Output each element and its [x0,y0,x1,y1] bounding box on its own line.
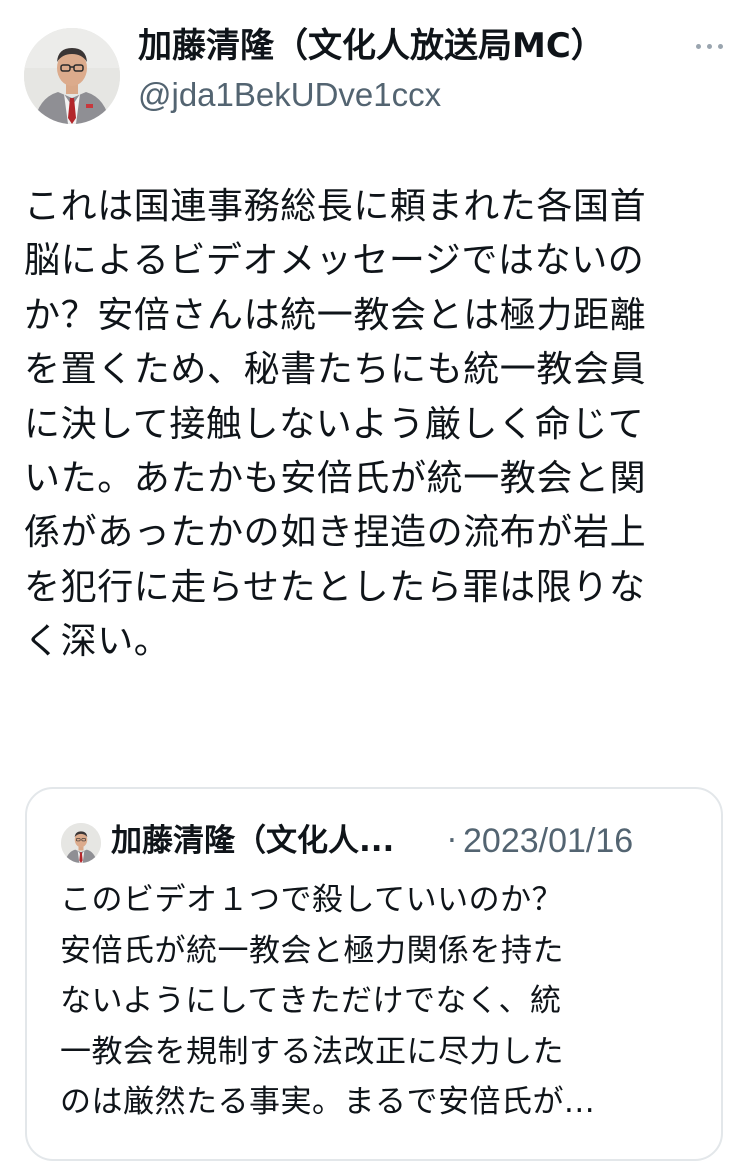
quoted-tweet-date: 2023/01/16 [463,822,634,860]
author-handle[interactable]: @jda1BekUDve1ccx [138,74,441,116]
quoted-tweet-author-name: 加藤清隆（文化人... [111,823,395,859]
profile-photo-icon [61,823,101,863]
profile-photo-icon [24,28,120,124]
quoted-tweet-avatar [61,823,101,863]
quoted-tweet-separator: · [447,823,457,859]
more-options-button[interactable] [686,26,732,66]
more-options-dot [717,43,723,49]
avatar[interactable] [24,28,120,124]
more-options-dot [706,43,712,49]
tweet: 加藤清隆（文化人放送局MC） @jda1BekUDve1ccx これは国連事務総… [0,0,750,1167]
author-display-name[interactable]: 加藤清隆（文化人放送局MC） [138,24,605,68]
tweet-text: これは国連事務総長に頼まれた各国首 脳によるビデオメッセージではないの か？安倍… [24,186,647,663]
quoted-tweet-text: このビデオ１つで殺していいのか？ 安倍氏が統一教会と極力関係を持た ないようにし… [60,882,596,1120]
quoted-tweet-card[interactable]: 加藤清隆（文化人... · 2023/01/16 このビデオ１つで殺していいのか… [25,787,723,1161]
more-options-icon [695,43,701,49]
